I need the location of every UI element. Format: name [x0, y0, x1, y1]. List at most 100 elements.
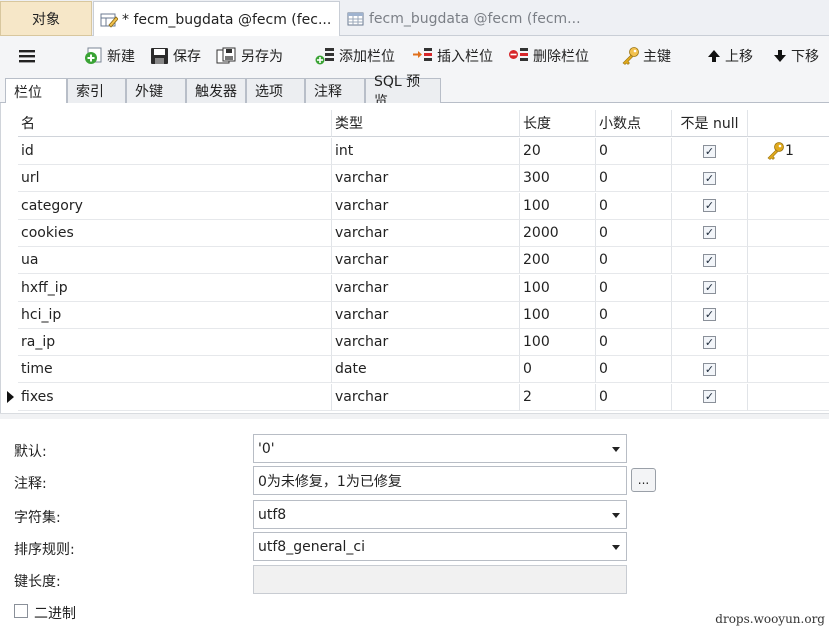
- add-field-label: 添加栏位: [339, 49, 395, 65]
- table-row[interactable]: fixes varchar 2 0 ✓: [1, 383, 829, 411]
- cell-type[interactable]: varchar: [332, 165, 520, 193]
- cell-type[interactable]: varchar: [332, 274, 520, 302]
- save-as-button[interactable]: 另存为: [216, 45, 283, 67]
- cell-name[interactable]: category: [18, 192, 332, 220]
- tab-sql-preview[interactable]: SQL 预览: [365, 74, 441, 110]
- comment-field[interactable]: 0为未修复，1为已修复: [253, 466, 627, 495]
- tab-triggers[interactable]: 触发器: [186, 78, 246, 103]
- add-field-button[interactable]: 添加栏位: [314, 45, 395, 67]
- table-row[interactable]: category varchar 100 0 ✓: [1, 192, 829, 220]
- cell-name[interactable]: time: [18, 356, 332, 384]
- cell-decimals[interactable]: 0: [596, 165, 672, 193]
- not-null-checkbox[interactable]: ✓: [703, 390, 716, 404]
- cell-decimals[interactable]: 0: [596, 301, 672, 329]
- tab-design-table[interactable]: * fecm_bugdata @fecm (fec...: [93, 1, 340, 37]
- menu-button[interactable]: [18, 45, 39, 67]
- charset-select[interactable]: utf8: [253, 500, 627, 529]
- collation-select[interactable]: utf8_general_ci: [253, 532, 627, 561]
- delete-field-button[interactable]: 删除栏位: [508, 45, 589, 67]
- cell-name[interactable]: id: [18, 138, 332, 165]
- cell-decimals[interactable]: 0: [596, 138, 672, 165]
- table-row[interactable]: id int 20 0 ✓ 1: [1, 138, 829, 165]
- key-icon: [622, 47, 639, 65]
- table-row[interactable]: url varchar 300 0 ✓: [1, 165, 829, 193]
- cell-type[interactable]: varchar: [332, 329, 520, 357]
- not-null-checkbox[interactable]: ✓: [703, 226, 716, 240]
- default-select[interactable]: '0': [253, 434, 627, 463]
- cell-name[interactable]: ua: [18, 247, 332, 275]
- cell-length[interactable]: 100: [520, 329, 596, 357]
- cell-decimals[interactable]: 0: [596, 356, 672, 384]
- cell-type[interactable]: varchar: [332, 301, 520, 329]
- cell-length[interactable]: 2: [520, 383, 596, 411]
- cell-name[interactable]: cookies: [18, 219, 332, 247]
- cell-length[interactable]: 300: [520, 165, 596, 193]
- cell-length[interactable]: 2000: [520, 219, 596, 247]
- binary-checkbox[interactable]: [14, 604, 28, 618]
- header-type[interactable]: 类型: [332, 110, 520, 137]
- not-null-checkbox[interactable]: ✓: [703, 362, 716, 376]
- tab-objects[interactable]: 对象: [0, 1, 92, 36]
- header-name[interactable]: 名: [18, 110, 332, 137]
- tab-options[interactable]: 选项: [246, 78, 305, 103]
- not-null-checkbox[interactable]: ✓: [703, 253, 716, 267]
- save-label: 保存: [173, 49, 201, 65]
- comment-edit-button[interactable]: ...: [631, 468, 656, 492]
- cell-type[interactable]: int: [332, 138, 520, 165]
- not-null-checkbox[interactable]: ✓: [703, 171, 716, 185]
- cell-type[interactable]: varchar: [332, 192, 520, 220]
- panel-splitter[interactable]: [0, 413, 829, 419]
- cell-decimals[interactable]: 0: [596, 329, 672, 357]
- insert-field-button[interactable]: 插入栏位: [412, 45, 493, 67]
- cell-type[interactable]: varchar: [332, 383, 520, 411]
- tab-indexes[interactable]: 索引: [67, 78, 126, 103]
- arrow-down-icon: [774, 50, 786, 62]
- cell-name[interactable]: hxff_ip: [18, 274, 332, 302]
- hamburger-icon: [19, 50, 35, 63]
- cell-name[interactable]: ra_ip: [18, 329, 332, 357]
- not-null-checkbox[interactable]: ✓: [703, 335, 716, 349]
- tab-design-table-label: * fecm_bugdata @fecm (fec...: [122, 11, 332, 28]
- tab-fields[interactable]: 栏位: [5, 78, 67, 104]
- cell-type[interactable]: varchar: [332, 247, 520, 275]
- cell-length[interactable]: 20: [520, 138, 596, 165]
- move-down-button[interactable]: 下移: [772, 45, 819, 67]
- cell-length[interactable]: 100: [520, 192, 596, 220]
- tab-table-data[interactable]: fecm_bugdata @fecm (fecm...: [341, 1, 603, 36]
- cell-decimals[interactable]: 0: [596, 383, 672, 411]
- header-key[interactable]: [748, 110, 829, 137]
- cell-type[interactable]: varchar: [332, 219, 520, 247]
- cell-type[interactable]: date: [332, 356, 520, 384]
- table-row[interactable]: hxff_ip varchar 100 0 ✓: [1, 274, 829, 302]
- cell-length[interactable]: 0: [520, 356, 596, 384]
- cell-decimals[interactable]: 0: [596, 192, 672, 220]
- header-length[interactable]: 长度: [520, 110, 596, 137]
- not-null-checkbox[interactable]: ✓: [703, 144, 716, 158]
- cell-name[interactable]: fixes: [18, 383, 332, 411]
- move-up-button[interactable]: 上移: [706, 45, 753, 67]
- header-not-null[interactable]: 不是 null: [672, 110, 748, 137]
- header-decimals[interactable]: 小数点: [596, 110, 672, 137]
- cell-decimals[interactable]: 0: [596, 219, 672, 247]
- table-row[interactable]: hci_ip varchar 100 0 ✓: [1, 301, 829, 329]
- cell-decimals[interactable]: 0: [596, 274, 672, 302]
- save-button[interactable]: 保存: [150, 45, 201, 67]
- table-icon: [347, 12, 364, 25]
- table-row[interactable]: time date 0 0 ✓: [1, 356, 829, 384]
- not-null-checkbox[interactable]: ✓: [703, 281, 716, 294]
- new-button[interactable]: 新建: [84, 45, 135, 67]
- cell-length[interactable]: 200: [520, 247, 596, 275]
- not-null-checkbox[interactable]: ✓: [703, 199, 716, 213]
- not-null-checkbox[interactable]: ✓: [703, 308, 716, 322]
- table-row[interactable]: ua varchar 200 0 ✓: [1, 247, 829, 275]
- table-row[interactable]: cookies varchar 2000 0 ✓: [1, 219, 829, 247]
- table-row[interactable]: ra_ip varchar 100 0 ✓: [1, 329, 829, 357]
- primary-key-button[interactable]: 主键: [620, 45, 671, 67]
- cell-name[interactable]: hci_ip: [18, 301, 332, 329]
- tab-foreign-keys[interactable]: 外键: [126, 78, 186, 103]
- cell-name[interactable]: url: [18, 165, 332, 193]
- cell-decimals[interactable]: 0: [596, 247, 672, 275]
- tab-comment[interactable]: 注释: [305, 78, 365, 103]
- cell-length[interactable]: 100: [520, 274, 596, 302]
- cell-length[interactable]: 100: [520, 301, 596, 329]
